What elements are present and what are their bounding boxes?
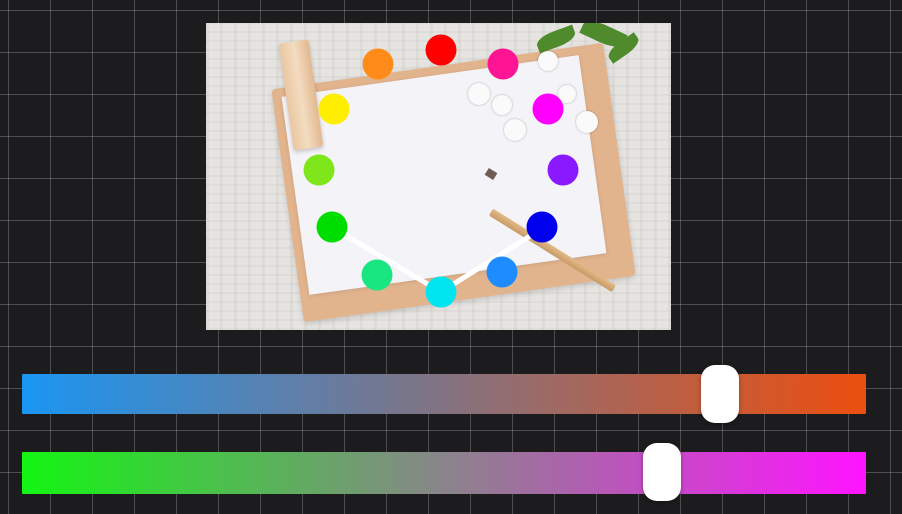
hue-dot-violet[interactable]	[547, 154, 579, 186]
blue-orange-slider-thumb[interactable]	[700, 365, 739, 423]
green-magenta-slider-thumb[interactable]	[642, 443, 681, 501]
hue-dot-magenta[interactable]	[532, 93, 564, 125]
hue-wheel-overlay	[303, 34, 579, 308]
blue-orange-slider-track[interactable]	[22, 365, 866, 423]
hue-dot-azure[interactable]	[486, 256, 518, 288]
hue-dot-cyan[interactable]	[425, 276, 457, 308]
hue-dot-orange[interactable]	[362, 48, 394, 80]
hue-dot-green[interactable]	[316, 211, 348, 243]
hue-dot-red[interactable]	[425, 34, 457, 66]
hue-dots	[303, 34, 579, 308]
hue-dot-blue[interactable]	[526, 211, 558, 243]
hue-dot-yellow[interactable]	[318, 93, 350, 125]
hue-dot-chartreuse[interactable]	[303, 154, 335, 186]
hue-dot-spring-green[interactable]	[361, 259, 393, 291]
hue-dot-rose[interactable]	[487, 48, 519, 80]
green-magenta-slider-track[interactable]	[22, 443, 866, 501]
